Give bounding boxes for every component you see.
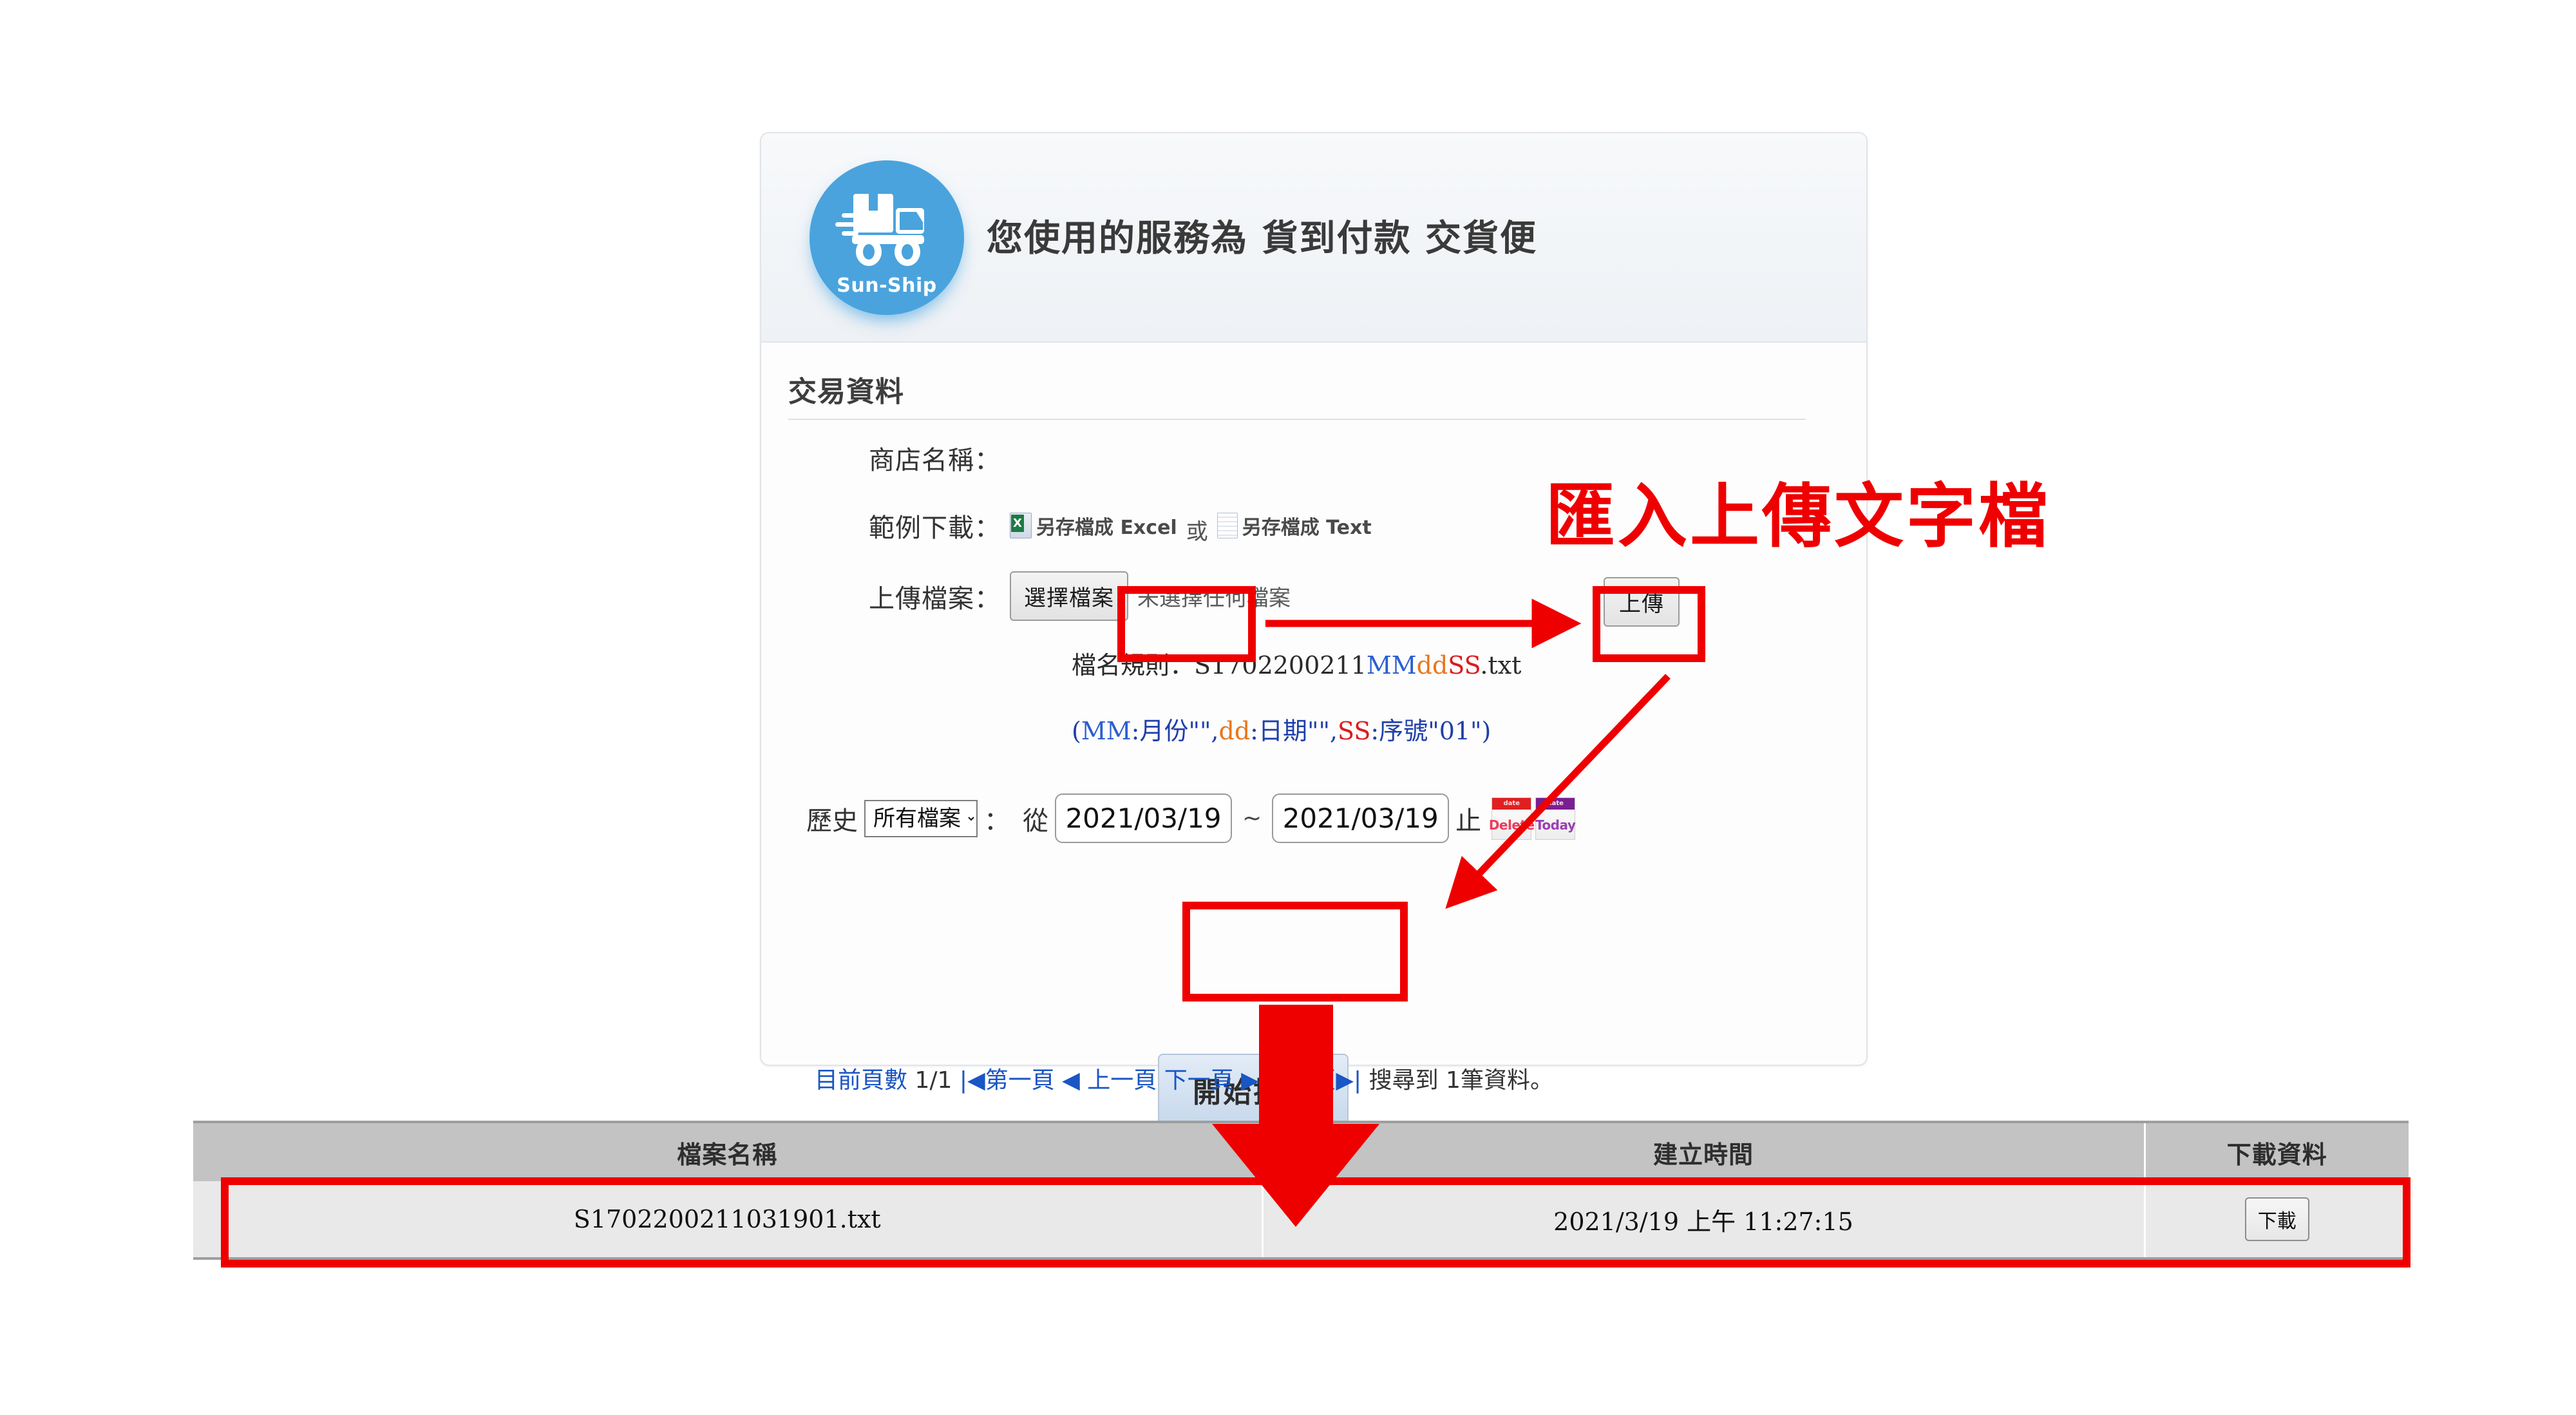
history-row: 歷史 所有檔案 ： 從 ~ 止 date Delete date Today (800, 793, 1576, 843)
pager-last-link[interactable]: 最後頁▶| (1266, 1067, 1361, 1094)
section-title: 交易資料 (788, 375, 904, 408)
calendar-delete-icon-label: Delete (1488, 817, 1535, 833)
save-as-excel-label: 另存檔成 Excel (1036, 517, 1177, 539)
pager-current-page-label[interactable]: 目前頁數 (815, 1067, 907, 1094)
pager-next-link[interactable]: 下一頁 ▶ (1164, 1067, 1259, 1094)
table-header-row: 檔案名稱 建立時間 下載資料 (193, 1121, 2409, 1181)
date-to-input[interactable] (1272, 793, 1450, 843)
sample-download-row: 範例下載： 另存檔成 Excel 或 另存檔成 Text (788, 507, 1372, 545)
save-as-excel-link[interactable]: 另存檔成 Excel (1010, 511, 1177, 540)
logo-text: Sun-Ship (837, 274, 937, 297)
filename-rule-dd: dd (1416, 651, 1448, 679)
date-from-label: 從 (1023, 806, 1048, 836)
store-name-row: 商店名稱： (788, 439, 1010, 477)
filename-rule-mm: MM (1366, 651, 1417, 679)
upload-file-label: 上傳檔案： (869, 584, 1001, 614)
pager-result-count: 搜尋到 1筆資料。 (1368, 1067, 1553, 1094)
delivery-truck-icon (835, 194, 924, 266)
screenshot-root: Sun-Ship 您使用的服務為 貨到付款 交貨便 交易資料 商店名稱： 範例下… (0, 0, 2576, 1415)
calendar-today-icon-top: date (1536, 797, 1575, 810)
annotation-box-upload (1593, 586, 1705, 662)
legend-dd: dd (1218, 717, 1251, 745)
pagination-bar: 目前頁數 1/1 |◀第一頁 ◀ 上一頁 下一頁 ▶ 最後頁▶| 搜尋到 1筆資… (815, 1061, 1553, 1095)
filename-rule-ss: SS (1448, 651, 1481, 679)
column-header-filename: 檔案名稱 (193, 1121, 1264, 1181)
service-title: 您使用的服務為 貨到付款 交貨便 (987, 218, 1537, 260)
filename-legend-text: (MM:月份"",dd:日期"",SS:序號"01") (1072, 711, 1491, 746)
annotation-box-result-row (221, 1177, 2410, 1268)
sun-ship-logo: Sun-Ship (810, 160, 964, 315)
excel-icon (1010, 513, 1032, 538)
pager-current-page: 1/1 (914, 1067, 952, 1094)
legend-open: ( (1072, 717, 1081, 745)
date-range-tilde: ~ (1242, 805, 1262, 831)
column-header-created: 建立時間 (1262, 1121, 2146, 1181)
annotation-import-upload-text: 匯入上傳文字檔 (1546, 477, 2051, 557)
calendar-delete-icon-top: date (1492, 797, 1531, 810)
history-select[interactable]: 所有檔案 (864, 799, 978, 837)
pager-first-link[interactable]: |◀第一頁 (960, 1067, 1055, 1094)
textfile-icon (1217, 513, 1238, 538)
filename-rule-suffix: .txt (1480, 651, 1522, 679)
legend-ss: SS (1338, 717, 1371, 745)
sample-or-text: 或 (1186, 518, 1208, 545)
calendar-delete-icon[interactable]: date Delete (1488, 797, 1535, 840)
choose-file-button[interactable]: 選擇檔案 (1010, 571, 1128, 621)
save-as-text-label: 另存檔成 Text (1242, 517, 1372, 539)
card-header: Sun-Ship 您使用的服務為 貨到付款 交貨便 (761, 133, 1866, 343)
annotation-box-search (1182, 902, 1408, 1002)
legend-mm: MM (1081, 717, 1132, 745)
legend-dd-desc: :日期"", (1250, 717, 1338, 745)
column-header-download: 下載資料 (2145, 1121, 2409, 1181)
pager-prev-link[interactable]: ◀ 上一頁 (1062, 1067, 1157, 1094)
annotation-box-choose-file (1117, 586, 1256, 662)
save-as-text-link[interactable]: 另存檔成 Text (1217, 511, 1372, 540)
calendar-today-icon[interactable]: date Today (1535, 797, 1576, 840)
section-divider (788, 419, 1806, 420)
date-to-label: 止 (1455, 806, 1482, 836)
date-from-input[interactable] (1055, 793, 1232, 843)
calendar-today-icon-label: Today (1535, 817, 1576, 833)
history-colon: ： (984, 806, 1010, 836)
legend-mm-desc: :月份"", (1131, 717, 1219, 745)
store-name-label: 商店名稱： (869, 446, 1001, 475)
history-label: 歷史 (806, 806, 858, 836)
sample-download-label: 範例下載： (869, 513, 1001, 543)
legend-ss-desc: :序號"01") (1370, 717, 1492, 745)
